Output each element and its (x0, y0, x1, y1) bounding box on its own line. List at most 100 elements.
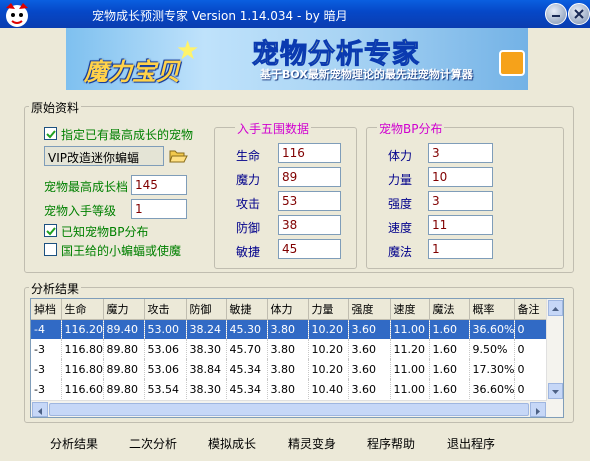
column-header[interactable]: 体力 (267, 299, 309, 320)
stat-label-mp: 魔力 (236, 173, 261, 187)
source-group-label: 原始资料 (29, 99, 82, 116)
table-cell: 11.00 (390, 359, 430, 379)
max-grade-label: 宠物最高成长档 (44, 180, 129, 194)
scroll-left-button[interactable] (32, 402, 48, 417)
table-cell: -4 (31, 319, 62, 339)
arrow-left-icon (38, 408, 42, 415)
vip-pet-field[interactable]: VIP改造迷你蝙蝠 (44, 146, 164, 166)
bp-label-speed: 速度 (388, 221, 413, 235)
window-title: 宠物成长预测专家 Version 1.14.034 - by 暗月 (92, 9, 348, 23)
table-cell: 45.34 (226, 379, 268, 399)
table-cell: 10.20 (308, 339, 349, 359)
results-body: -4 116.20 89.40 53.00 38.24 45.30 3.80 10.20 3.6… (31, 319, 552, 399)
column-header[interactable]: 强度 (348, 299, 391, 320)
scroll-right-button[interactable] (530, 402, 546, 417)
analyze-button[interactable]: 分析结果 (50, 435, 98, 452)
table-row[interactable]: -3 116.80 89.80 53.06 38.30 45.70 3.80 10.20 3.6… (31, 339, 552, 359)
column-header[interactable]: 魔法 (429, 299, 470, 320)
arrow-up-icon (552, 307, 559, 311)
max-grade-field[interactable]: 145 (131, 175, 187, 195)
column-header[interactable]: 攻击 (144, 299, 187, 320)
stat-field-hp[interactable]: 116 (278, 143, 341, 163)
column-header[interactable]: 速度 (390, 299, 430, 320)
table-row[interactable]: -3 116.60 89.80 53.54 38.30 45.34 3.80 10.40 3.6… (31, 379, 552, 399)
simulate-growth-button[interactable]: 模拟成长 (208, 435, 256, 452)
app-icon (6, 3, 28, 27)
column-header[interactable]: 力量 (308, 299, 349, 320)
arrow-down-icon (552, 390, 559, 394)
table-cell: 38.30 (186, 379, 227, 399)
table-cell: 116.60 (61, 379, 104, 399)
column-header[interactable]: 概率 (469, 299, 515, 320)
check-icon (46, 130, 56, 139)
banner-slogan: 基于BOX最新宠物理论的最先进宠物计算器 (260, 68, 473, 81)
horizontal-scroll-thumb[interactable] (49, 403, 529, 416)
stat-label-attack: 攻击 (236, 197, 261, 211)
bp-label-vitality: 体力 (388, 149, 413, 163)
table-cell: 3.60 (348, 319, 391, 339)
table-cell: 10.20 (308, 319, 349, 339)
table-cell: 36.60% (469, 319, 515, 339)
know-bp-checkbox[interactable] (44, 224, 57, 237)
bp-field-strength[interactable]: 10 (428, 167, 493, 187)
column-header[interactable]: 掉档 (31, 299, 62, 320)
exit-button[interactable]: 退出程序 (447, 435, 495, 452)
column-header[interactable]: 魔力 (103, 299, 145, 320)
stat-label-agility: 敏捷 (236, 245, 261, 259)
stat-label-hp: 生命 (236, 149, 261, 163)
stat-field-defense[interactable]: 38 (278, 215, 341, 235)
stat-field-attack[interactable]: 53 (278, 191, 341, 211)
minimize-button[interactable] (545, 3, 567, 25)
table-row[interactable]: -4 116.20 89.40 53.00 38.24 45.30 3.80 10.20 3.6… (31, 319, 552, 339)
close-icon (574, 9, 584, 19)
arrow-right-icon (536, 408, 540, 415)
title-bar[interactable]: 宠物成长预测专家 Version 1.14.034 - by 暗月 (0, 0, 590, 28)
table-cell: 17.30% (469, 359, 515, 379)
has-max-pet-checkbox[interactable] (44, 127, 57, 140)
column-header[interactable]: 防御 (186, 299, 227, 320)
table-cell: 38.30 (186, 339, 227, 359)
know-bp-label: 已知宠物BP分布 (61, 225, 149, 239)
help-button[interactable]: 程序帮助 (367, 435, 415, 452)
bp-field-vitality[interactable]: 3 (428, 143, 493, 163)
bp-field-magic[interactable]: 1 (428, 239, 493, 259)
horizontal-scrollbar[interactable] (31, 400, 547, 417)
results-group-label: 分析结果 (29, 280, 82, 297)
column-header[interactable]: 敏捷 (226, 299, 268, 320)
vertical-scrollbar[interactable] (546, 299, 563, 417)
table-cell: 1.60 (429, 319, 470, 339)
transform-button[interactable]: 精灵变身 (288, 435, 336, 452)
table-cell: 89.80 (103, 339, 145, 359)
scroll-down-button[interactable] (548, 383, 563, 399)
column-header[interactable]: 生命 (61, 299, 104, 320)
table-cell: 38.84 (186, 359, 227, 379)
folder-open-icon[interactable] (168, 147, 188, 165)
table-cell: 1.60 (429, 379, 470, 399)
table-cell: 3.60 (348, 379, 391, 399)
bp-label-toughness: 强度 (388, 197, 413, 211)
table-cell: 10.40 (308, 379, 349, 399)
table-cell: 45.70 (226, 339, 268, 359)
stat-field-mp[interactable]: 89 (278, 167, 341, 187)
table-cell: 1.60 (429, 359, 470, 379)
table-cell: 116.80 (61, 339, 104, 359)
king-bat-checkbox[interactable] (44, 243, 57, 256)
table-cell: 9.50% (469, 339, 515, 359)
table-row[interactable]: -3 116.80 89.80 53.06 38.84 45.34 3.80 10.20 3.6… (31, 359, 552, 379)
stat-field-agility[interactable]: 45 (278, 239, 341, 259)
scroll-up-button[interactable] (548, 300, 563, 316)
table-cell: 1.60 (429, 339, 470, 359)
table-cell: 10.20 (308, 359, 349, 379)
table-cell: 3.80 (267, 379, 309, 399)
pet-level-field[interactable]: 1 (131, 199, 187, 219)
has-max-pet-label: 指定已有最高成长的宠物 (61, 128, 194, 142)
results-table: 掉档 生命 魔力 攻击 防御 敏捷 体力 力量 强度 速度 魔法 概率 备注 -4 116.20 89.40… (31, 299, 552, 399)
banner-logo: 魔力宝贝 (84, 58, 180, 86)
bp-field-toughness[interactable]: 3 (428, 191, 493, 211)
table-cell: 116.80 (61, 359, 104, 379)
results-list[interactable]: 掉档 生命 魔力 攻击 防御 敏捷 体力 力量 强度 速度 魔法 概率 备注 -4 116.20 89.40… (30, 298, 564, 418)
bp-field-speed[interactable]: 11 (428, 215, 493, 235)
close-button[interactable] (568, 3, 590, 25)
table-cell: 89.80 (103, 359, 145, 379)
secondary-analysis-button[interactable]: 二次分析 (129, 435, 177, 452)
